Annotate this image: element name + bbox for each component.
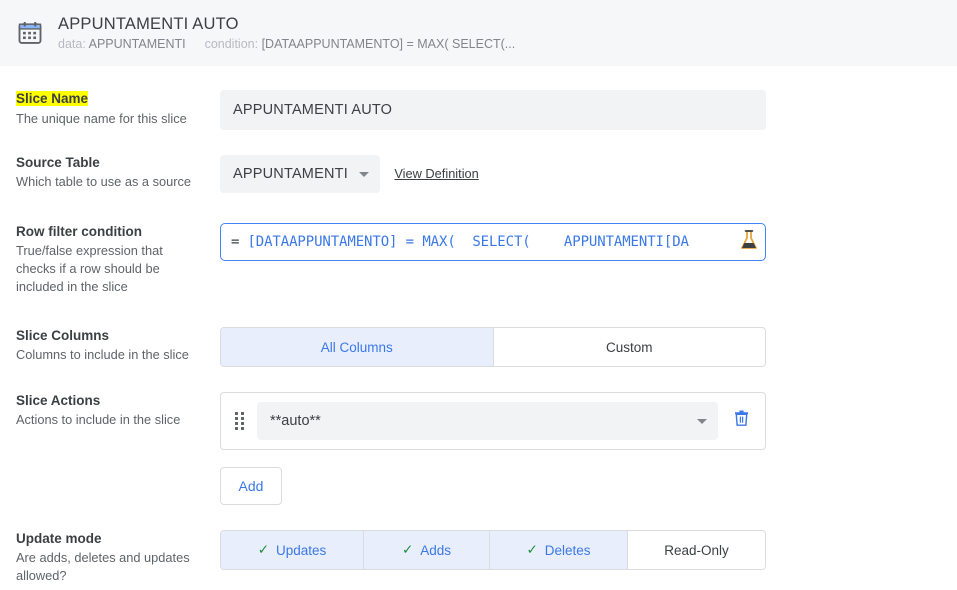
row-filter-label: Row filter condition bbox=[16, 224, 142, 239]
source-table-value: APPUNTAMENTI bbox=[233, 166, 348, 182]
slice-action-value: **auto** bbox=[270, 413, 321, 429]
header-text-block: APPUNTAMENTI AUTO data: APPUNTAMENTI con… bbox=[58, 14, 515, 52]
data-value: APPUNTAMENTI bbox=[88, 37, 186, 51]
check-icon: ✓ bbox=[257, 542, 269, 557]
chevron-down-icon bbox=[358, 171, 369, 177]
source-table-field-col: APPUNTAMENTI View Definition bbox=[205, 154, 957, 193]
slice-name-label-col: Slice Name The unique name for this slic… bbox=[0, 90, 205, 128]
add-slice-action-button[interactable]: Add bbox=[220, 467, 282, 505]
source-table-description: Which table to use as a source bbox=[16, 174, 191, 189]
row-update-mode: Update mode Are adds, deletes and update… bbox=[0, 530, 957, 585]
row-filter-label-col: Row filter condition True/false expressi… bbox=[0, 223, 205, 296]
row-filter-expression-input[interactable]: = [DATAAPPUNTAMENTO] = MAX( SELECT( APPU… bbox=[220, 223, 766, 261]
trash-icon[interactable] bbox=[732, 409, 751, 433]
source-table-select[interactable]: APPUNTAMENTI bbox=[220, 155, 380, 193]
toggle-read-only[interactable]: Read-Only bbox=[628, 531, 765, 569]
row-source-table: Source Table Which table to use as a sou… bbox=[0, 154, 957, 193]
source-table-label: Source Table bbox=[16, 155, 100, 170]
slice-header: APPUNTAMENTI AUTO data: APPUNTAMENTI con… bbox=[0, 0, 957, 66]
toggle-updates[interactable]: ✓ Updates bbox=[221, 531, 364, 569]
equals-prefix: = bbox=[231, 234, 240, 250]
check-icon: ✓ bbox=[401, 542, 414, 557]
slice-columns-label: Slice Columns bbox=[16, 328, 110, 343]
data-label: data: bbox=[58, 37, 86, 51]
slice-action-select[interactable]: **auto** bbox=[257, 402, 718, 440]
row-filter-description: True/false expression that checks if a r… bbox=[16, 243, 163, 294]
update-mode-description: Are adds, deletes and updates allowed? bbox=[16, 550, 190, 583]
toggle-adds-label: Adds bbox=[420, 542, 452, 558]
condition-value: [DATAAPPUNTAMENTO] = MAX( SELECT(... bbox=[261, 37, 516, 51]
slice-actions-label-col: Slice Actions Actions to include in the … bbox=[0, 392, 205, 429]
check-icon: ✓ bbox=[526, 542, 538, 557]
slice-actions-field-col: **auto** Add bbox=[205, 392, 957, 505]
update-mode-label: Update mode bbox=[16, 531, 102, 546]
row-slice-columns: Slice Columns Columns to include in the … bbox=[0, 327, 957, 367]
row-slice-name: Slice Name The unique name for this slic… bbox=[0, 90, 957, 130]
row-filter-field-col: = [DATAAPPUNTAMENTO] = MAX( SELECT( APPU… bbox=[205, 223, 957, 261]
slice-columns-description: Columns to include in the slice bbox=[16, 347, 189, 362]
slice-name-label-wrap: Slice Name bbox=[16, 90, 205, 108]
tab-custom-columns[interactable]: Custom bbox=[493, 328, 765, 366]
toggle-updates-label: Updates bbox=[276, 542, 327, 558]
slice-name-input[interactable]: APPUNTAMENTI AUTO bbox=[220, 90, 766, 130]
slice-columns-segmented-control: All Columns Custom bbox=[220, 327, 766, 367]
toggle-adds[interactable]: ✓ Adds bbox=[364, 531, 490, 569]
slice-action-row: **auto** bbox=[220, 392, 766, 450]
slice-columns-field-col: All Columns Custom bbox=[205, 327, 957, 367]
slice-actions-label: Slice Actions bbox=[16, 393, 101, 408]
slice-name-label: Slice Name bbox=[16, 91, 89, 106]
page-title: APPUNTAMENTI AUTO bbox=[58, 15, 239, 33]
toggle-deletes-label: Deletes bbox=[544, 542, 591, 558]
slice-name-description: The unique name for this slice bbox=[16, 111, 187, 126]
update-mode-label-col: Update mode Are adds, deletes and update… bbox=[0, 530, 205, 585]
source-table-label-col: Source Table Which table to use as a sou… bbox=[0, 154, 205, 191]
row-slice-actions: Slice Actions Actions to include in the … bbox=[0, 392, 957, 505]
slice-actions-description: Actions to include in the slice bbox=[16, 412, 181, 427]
update-mode-field-col: ✓ Updates ✓ Adds ✓ Deletes Read-Only bbox=[205, 530, 957, 570]
update-mode-segmented-control: ✓ Updates ✓ Adds ✓ Deletes Read-Only bbox=[220, 530, 766, 570]
slice-name-field-col: APPUNTAMENTI AUTO bbox=[205, 90, 957, 130]
view-definition-link[interactable]: View Definition bbox=[394, 166, 478, 181]
calendar-icon bbox=[14, 17, 46, 49]
row-filter-expression-text: [DATAAPPUNTAMENTO] = MAX( SELECT( APPUNT… bbox=[247, 234, 689, 250]
drag-handle-icon[interactable] bbox=[235, 412, 249, 430]
slice-settings-form: Slice Name The unique name for this slic… bbox=[0, 90, 957, 585]
tab-all-columns[interactable]: All Columns bbox=[221, 328, 494, 366]
condition-label: condition: bbox=[204, 37, 259, 51]
flask-icon[interactable] bbox=[739, 229, 759, 256]
row-filter-condition: Row filter condition True/false expressi… bbox=[0, 223, 957, 296]
slice-columns-label-col: Slice Columns Columns to include in the … bbox=[0, 327, 205, 364]
chevron-down-icon bbox=[697, 418, 707, 424]
header-subtitle: data: APPUNTAMENTI condition: [DATAAPPUN… bbox=[58, 37, 515, 52]
toggle-deletes[interactable]: ✓ Deletes bbox=[490, 531, 628, 569]
